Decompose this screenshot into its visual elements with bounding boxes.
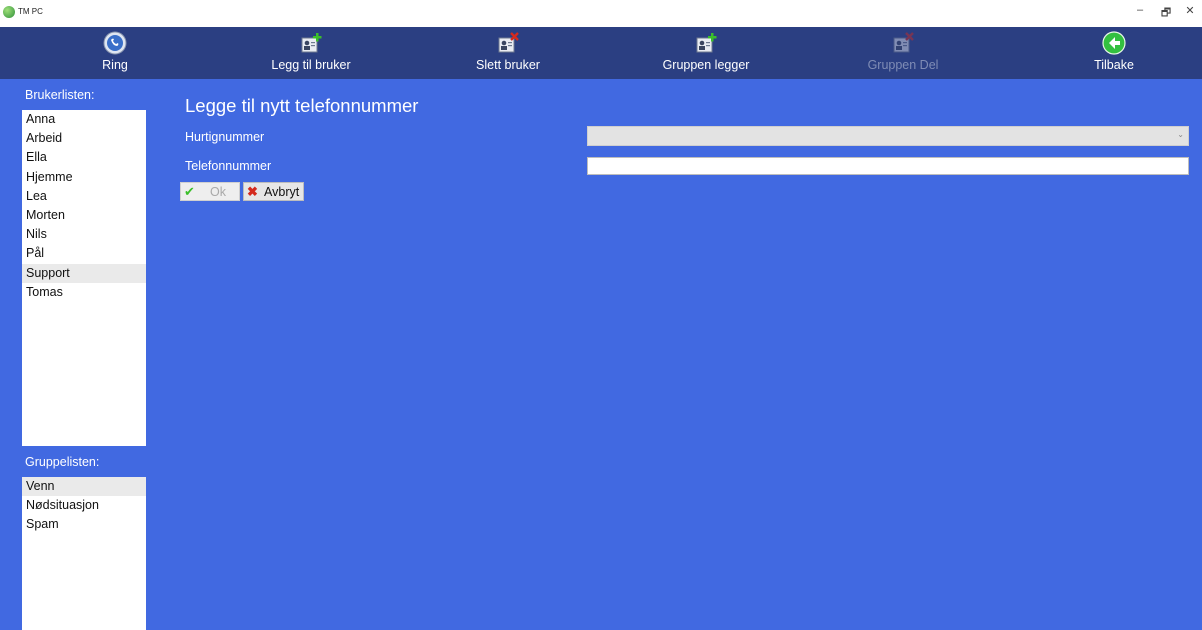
add-group-icon [696, 33, 717, 53]
user-list-item[interactable]: Morten [22, 206, 146, 225]
user-list-item[interactable]: Support [22, 263, 146, 283]
maximize-button[interactable]: 🗗 [1156, 4, 1176, 23]
delete-contact-icon [498, 32, 519, 53]
delete-user-button[interactable]: Slett bruker [443, 27, 573, 79]
add-group-button[interactable]: Gruppen legger [641, 27, 771, 79]
user-list-item[interactable]: Anna [22, 110, 146, 129]
phone-number-label: Telefonnummer [185, 159, 272, 173]
minimize-button[interactable]: – [1130, 4, 1150, 16]
cancel-x-icon: ✖ [247, 184, 258, 199]
ok-button[interactable]: ✔ Ok [180, 182, 240, 201]
group-list-label: Gruppelisten: [25, 455, 100, 469]
chevron-down-icon: ⌄ [1177, 130, 1184, 139]
title-bar: TM PC – 🗗 ✕ [0, 0, 1202, 27]
back-button[interactable]: Tilbake [1049, 27, 1179, 79]
speed-dial-label: Hurtignummer [185, 130, 265, 144]
user-list-item[interactable]: Pål [22, 244, 146, 263]
phone-number-input[interactable] [587, 157, 1189, 175]
cancel-label: Avbryt [264, 185, 300, 199]
user-list-item[interactable]: Arbeid [22, 129, 146, 148]
app-logo-icon [3, 6, 15, 18]
checkmark-icon: ✔ [184, 184, 195, 199]
back-label: Tilbake [1094, 58, 1134, 72]
user-list-item[interactable]: Nils [22, 225, 146, 244]
add-user-button[interactable]: Legg til bruker [246, 27, 376, 79]
group-list-item[interactable]: Venn [22, 477, 146, 497]
user-list-item[interactable]: Ella [22, 148, 146, 167]
delete-user-label: Slett bruker [476, 58, 540, 72]
group-list-item[interactable]: Nødsituasjon [22, 496, 146, 515]
add-contact-icon [301, 33, 322, 53]
delete-group-button: Gruppen Del [838, 27, 968, 79]
speed-dial-select[interactable]: ⌄ [587, 126, 1189, 146]
ring-label: Ring [102, 58, 128, 72]
cancel-button[interactable]: ✖ Avbryt [243, 182, 304, 201]
user-list-label: Brukerlisten: [25, 88, 95, 102]
user-list-item[interactable]: Tomas [22, 283, 146, 302]
user-list[interactable]: Anna Arbeid Ella Hjemme Lea Morten Nils Pål Supp… [22, 110, 146, 446]
user-list-item[interactable]: Lea [22, 187, 146, 206]
form-title: Legge til nytt telefonnummer [185, 95, 419, 116]
ok-label: Ok [210, 185, 226, 199]
user-list-item[interactable]: Hjemme [22, 168, 146, 187]
window-title: TM PC [18, 7, 43, 16]
add-group-label: Gruppen legger [662, 58, 750, 72]
ring-button[interactable]: Ring [50, 27, 180, 79]
back-arrow-icon [1102, 31, 1126, 55]
delete-group-icon [893, 32, 914, 53]
close-button[interactable]: ✕ [1180, 4, 1200, 17]
phone-icon [103, 31, 127, 55]
delete-group-label: Gruppen Del [867, 58, 939, 72]
add-user-label: Legg til bruker [271, 58, 351, 72]
toolbar: Ring Legg til bruker Slett bruker Gruppe… [0, 27, 1202, 79]
main-panel: Brukerlisten: Anna Arbeid Ella Hjemme Lea Mor… [0, 79, 1202, 630]
group-list-item[interactable]: Spam [22, 515, 146, 534]
group-list[interactable]: Venn Nødsituasjon Spam [22, 477, 146, 630]
